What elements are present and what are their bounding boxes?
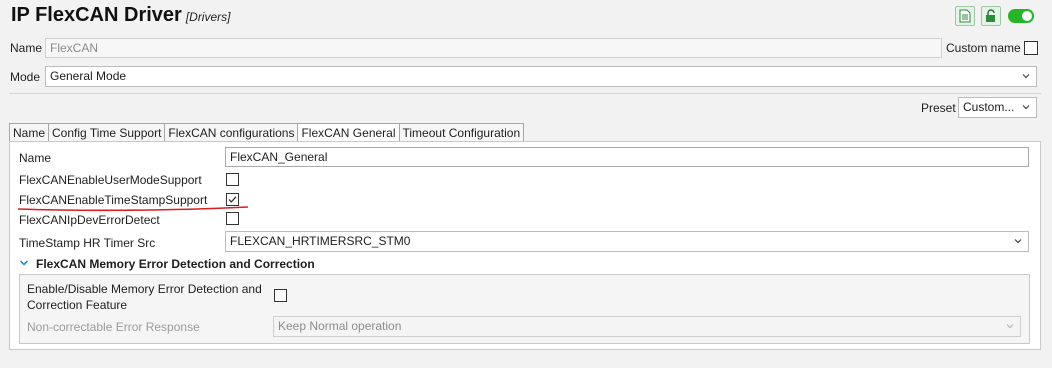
preset-value: Custom... — [963, 100, 1015, 114]
hr-timer-select[interactable]: FLEXCAN_HRTIMERSRC_STM0 — [225, 231, 1029, 252]
lock-icon-button[interactable] — [981, 6, 1001, 26]
toggle-knob — [1022, 11, 1032, 21]
document-icon — [959, 9, 971, 23]
name-field[interactable]: FlexCAN — [45, 38, 942, 58]
checkmark-icon — [228, 196, 237, 203]
memory-enable-label-line1: Enable/Disable Memory Error Detection an… — [27, 282, 262, 296]
user-mode-label: FlexCANEnableUserModeSupport — [19, 173, 202, 187]
document-icon-button[interactable] — [955, 6, 975, 26]
general-name-label: Name — [19, 151, 52, 165]
chevron-down-icon — [1014, 239, 1022, 244]
red-annotation-underline — [17, 206, 249, 212]
tab-flexcan-general[interactable]: FlexCAN General — [297, 123, 399, 142]
tab-flexcan-configurations[interactable]: FlexCAN configurations — [164, 123, 298, 142]
divider — [9, 93, 1041, 94]
section-expand-chevron-icon[interactable] — [19, 258, 29, 268]
memory-enable-checkbox[interactable] — [274, 289, 287, 302]
mode-label: Mode — [10, 70, 41, 84]
memory-section-title[interactable]: FlexCAN Memory Error Detection and Corre… — [36, 257, 315, 271]
dev-error-label: FlexCANIpDevErrorDetect — [19, 213, 160, 227]
tab-name[interactable]: Name — [9, 123, 49, 142]
mode-select[interactable]: General Mode — [45, 66, 1037, 87]
error-response-select[interactable]: Keep Normal operation — [273, 316, 1021, 337]
general-name-input[interactable]: FlexCAN_General — [225, 147, 1029, 167]
preset-select[interactable]: Custom... — [958, 97, 1037, 118]
error-response-label: Non-correctable Error Response — [27, 320, 200, 334]
dev-error-checkbox[interactable] — [226, 212, 239, 225]
custom-name-checkbox[interactable] — [1024, 41, 1038, 55]
driver-category: [Drivers] — [185, 10, 231, 24]
chevron-down-icon — [1006, 324, 1014, 329]
unlock-icon — [986, 9, 995, 22]
preset-label: Preset — [921, 101, 956, 115]
user-mode-checkbox[interactable] — [226, 173, 239, 186]
hr-timer-value: FLEXCAN_HRTIMERSRC_STM0 — [230, 234, 411, 248]
driver-title: IP FlexCAN Driver — [11, 4, 182, 26]
chevron-down-icon — [1022, 74, 1030, 79]
memory-enable-label-line2: Correction Feature — [27, 298, 128, 312]
tab-config-time-support[interactable]: Config Time Support — [48, 123, 165, 142]
tab-timeout-configuration[interactable]: Timeout Configuration — [398, 123, 525, 142]
chevron-down-icon — [1022, 105, 1030, 110]
custom-name-label: Custom name — [946, 41, 1021, 55]
error-response-value: Keep Normal operation — [278, 319, 402, 333]
mode-value: General Mode — [50, 69, 127, 83]
page-title: IP FlexCAN Driver [Drivers] — [11, 4, 230, 27]
tab-bar: Name Config Time Support FlexCAN configu… — [9, 123, 525, 142]
enable-toggle[interactable] — [1008, 9, 1034, 23]
name-label: Name — [10, 41, 43, 55]
hr-timer-label: TimeStamp HR Timer Src — [19, 236, 156, 250]
